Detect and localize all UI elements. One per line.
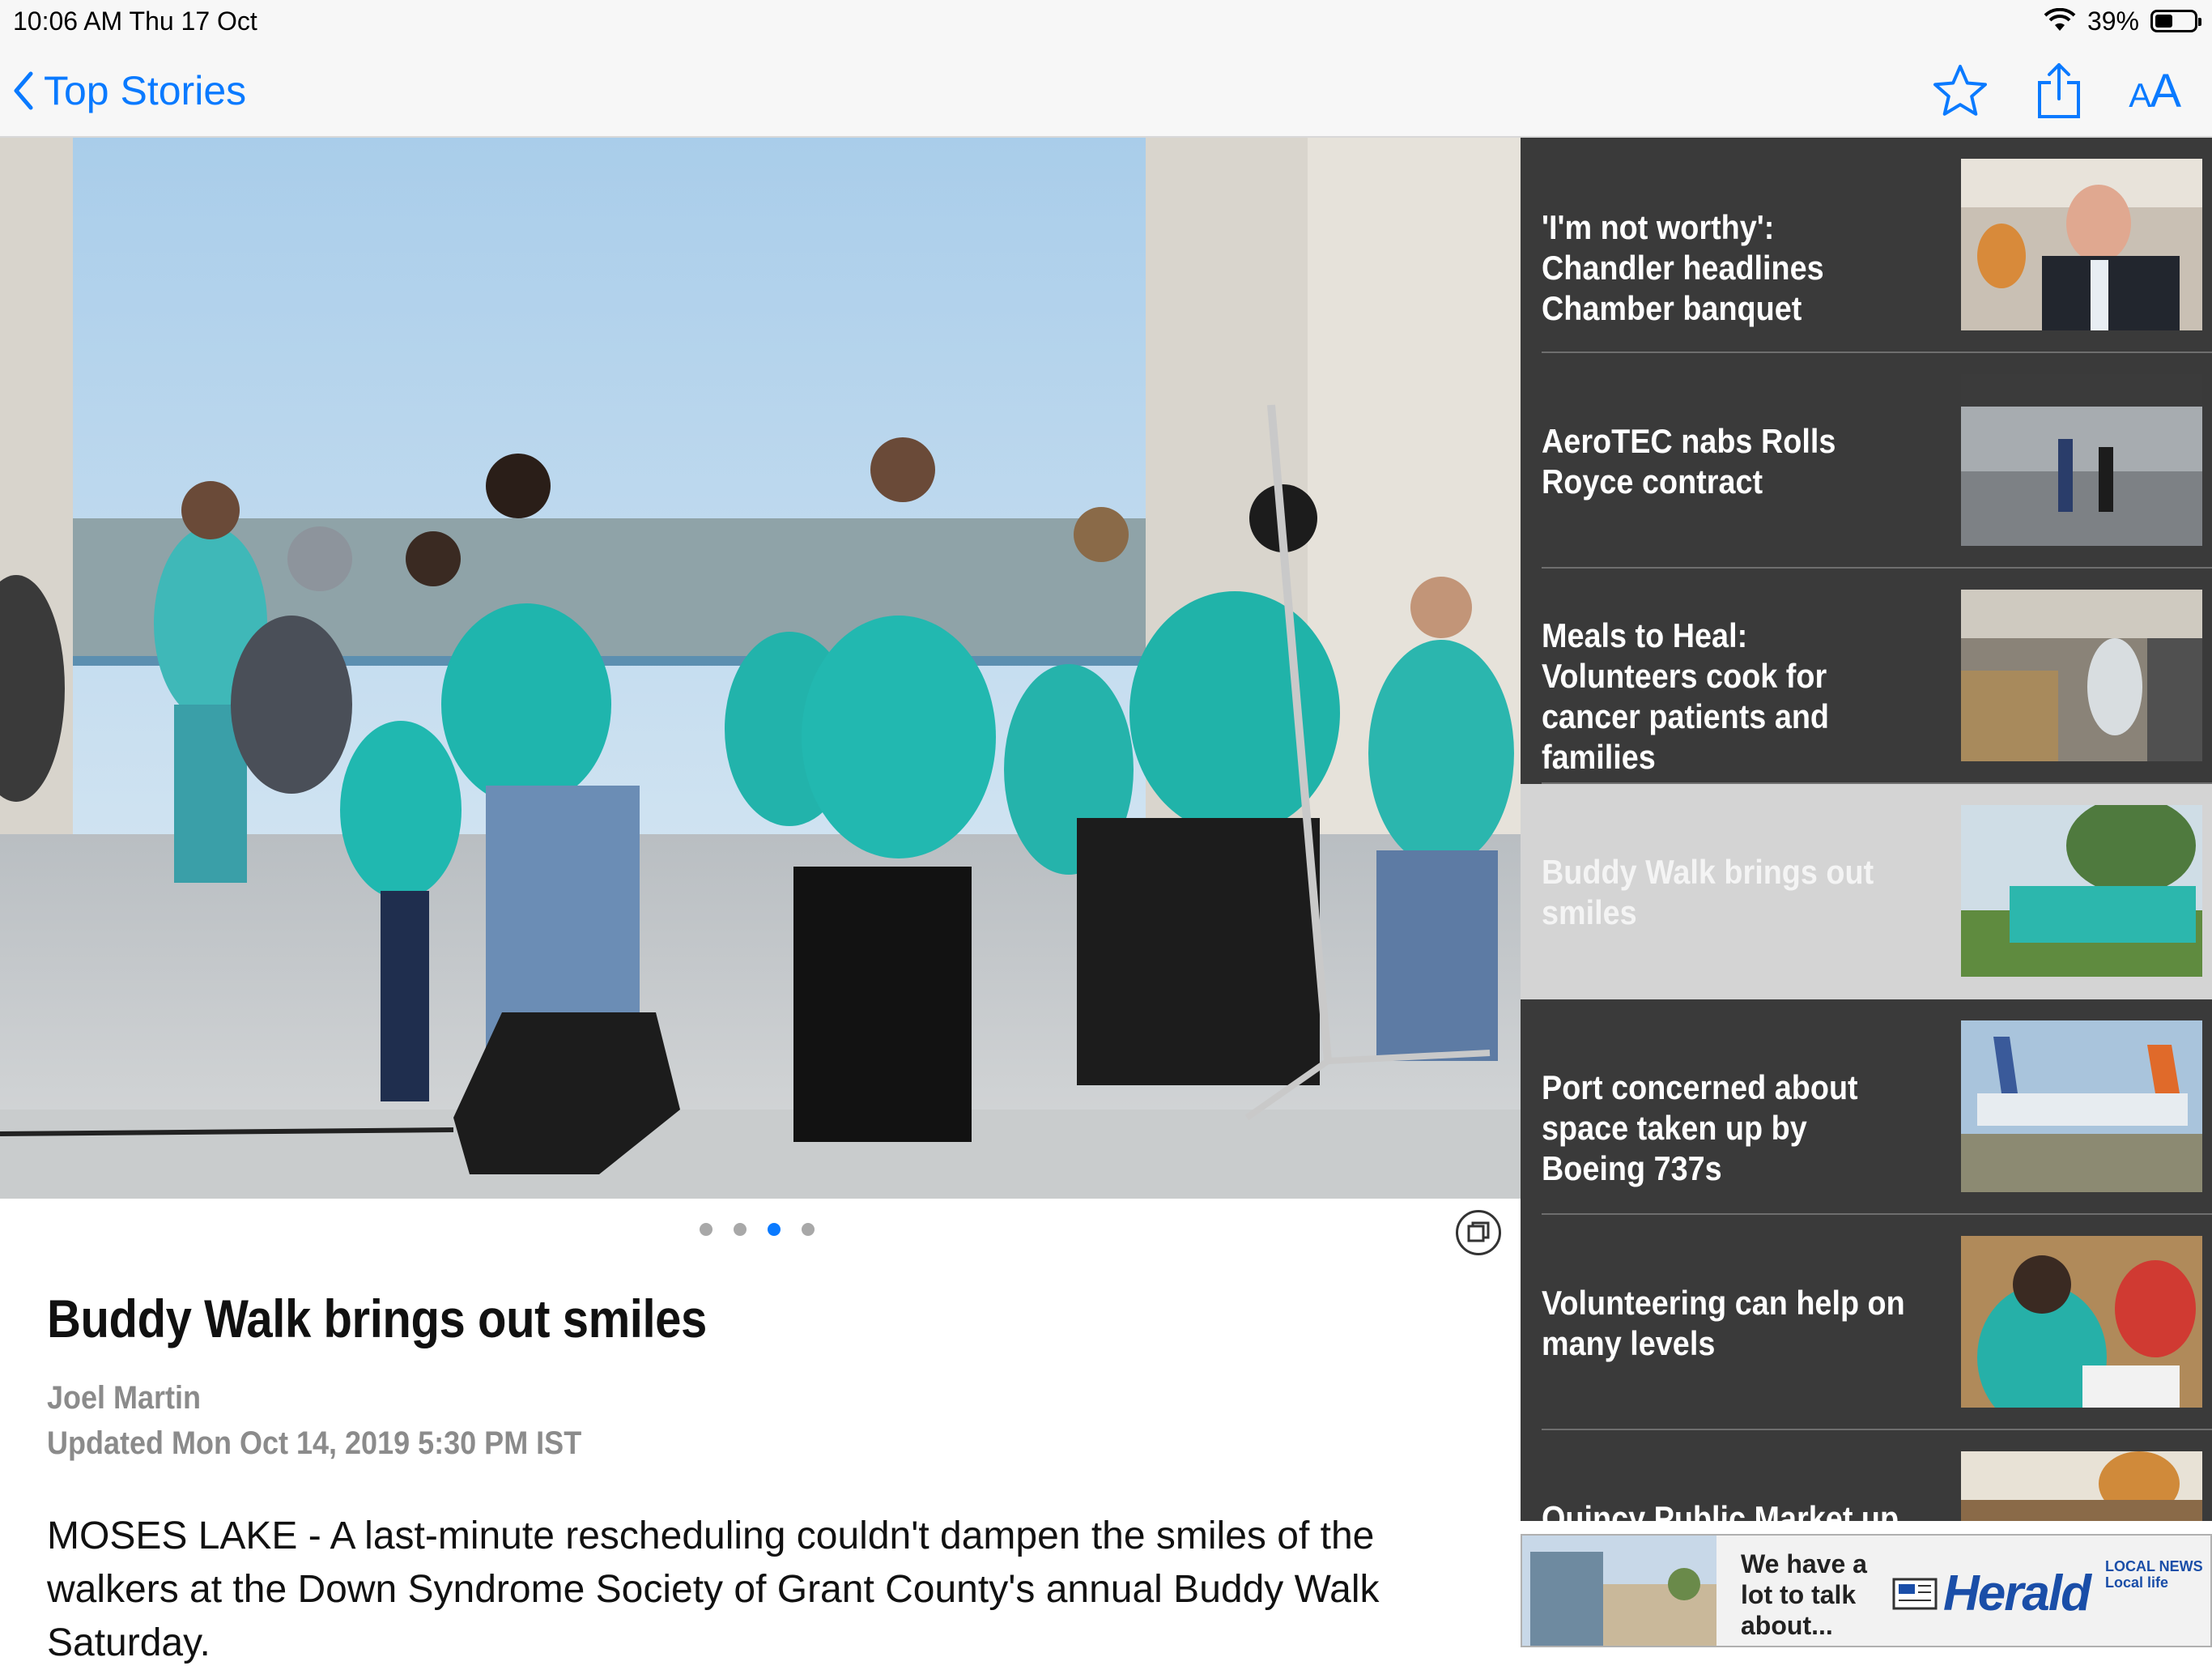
story-thumbnail	[1961, 374, 2202, 546]
story-thumbnail	[1961, 805, 2202, 977]
star-icon	[1933, 65, 1988, 116]
pager-dot-4[interactable]	[802, 1223, 815, 1236]
navigation-bar: Top Stories AA	[0, 44, 2212, 138]
chevron-left-icon	[14, 71, 33, 110]
advertisement-banner[interactable]: We have a lot to talk about... Herald LO…	[1521, 1534, 2212, 1647]
ad-brand-sub: LOCAL NEWS Local life	[2105, 1558, 2203, 1591]
article-updated: Updated Mon Oct 14, 2019 5:30 PM IST	[47, 1425, 582, 1461]
story-title: Volunteering can help on many levels	[1542, 1284, 1905, 1362]
wifi-icon	[2044, 8, 2076, 31]
story-item-chandler[interactable]: 'I'm not worthy': Chandler headlines Cha…	[1521, 138, 2212, 353]
pager-dot-2[interactable]	[734, 1223, 747, 1236]
story-thumbnail	[1961, 1451, 2202, 1521]
story-title: 'I'm not worthy': Chandler headlines Cha…	[1542, 208, 1824, 327]
status-bar: 10:06 AM Thu 17 Oct 39%	[0, 0, 2212, 44]
story-thumbnail	[1961, 159, 2202, 330]
share-button[interactable]	[2035, 62, 2083, 120]
related-stories-list: 'I'm not worthy': Chandler headlines Cha…	[1521, 138, 2212, 1521]
newspaper-icon	[1892, 1578, 1938, 1610]
gallery-icon	[1467, 1221, 1490, 1242]
story-thumbnail	[1961, 1236, 2202, 1408]
battery-icon	[2150, 10, 2201, 32]
text-size-button[interactable]: AA	[2129, 64, 2181, 118]
story-title: Quincy Public Market up	[1542, 1499, 1899, 1521]
battery-percent: 39%	[2087, 6, 2139, 36]
status-time: 10:06 AM Thu 17 Oct	[13, 6, 257, 36]
ad-brand-herald: Herald	[1943, 1566, 2091, 1621]
story-item-port-boeing[interactable]: Port concerned about space taken up by B…	[1521, 999, 2212, 1215]
story-item-meals-to-heal[interactable]: Meals to Heal: Volunteers cook for cance…	[1521, 569, 2212, 784]
share-icon	[2038, 63, 2081, 118]
story-thumbnail	[1961, 1020, 2202, 1192]
back-button-label: Top Stories	[44, 68, 247, 113]
ad-tagline: We have a lot to talk about...	[1741, 1549, 1867, 1640]
article-body: MOSES LAKE - A last-minute rescheduling …	[47, 1515, 1380, 1664]
gallery-pager	[700, 1223, 815, 1236]
text-size-icon: AA	[2129, 64, 2181, 117]
article-author: Joel Martin	[47, 1380, 202, 1416]
gallery-button[interactable]	[1456, 1210, 1501, 1255]
story-title: Meals to Heal: Volunteers cook for cance…	[1542, 616, 1830, 776]
story-item-quincy-market[interactable]: Quincy Public Market up	[1521, 1430, 2212, 1521]
article-headline: Buddy Walk brings out smiles	[47, 1289, 707, 1348]
photo-buddy-walk-dancers	[0, 138, 1521, 1199]
story-item-buddy-walk[interactable]: Buddy Walk brings out smiles	[1521, 784, 2212, 999]
pager-dot-3[interactable]	[768, 1223, 781, 1236]
back-button[interactable]: Top Stories	[11, 65, 246, 117]
story-title: Buddy Walk brings out smiles	[1542, 853, 1874, 931]
nav-actions: AA	[1931, 60, 2181, 121]
story-title: Port concerned about space taken up by B…	[1542, 1068, 1858, 1187]
story-item-aerotec[interactable]: AeroTEC nabs Rolls Royce contract	[1521, 353, 2212, 569]
story-thumbnail	[1961, 590, 2202, 761]
status-right: 39%	[2044, 5, 2201, 37]
ad-building-photo	[1522, 1536, 1716, 1646]
favorite-button[interactable]	[1931, 62, 1989, 120]
pager-dot-1[interactable]	[700, 1223, 713, 1236]
article-photo[interactable]	[0, 138, 1521, 1199]
story-title: AeroTEC nabs Rolls Royce contract	[1542, 422, 1836, 501]
story-item-volunteering[interactable]: Volunteering can help on many levels	[1521, 1215, 2212, 1430]
